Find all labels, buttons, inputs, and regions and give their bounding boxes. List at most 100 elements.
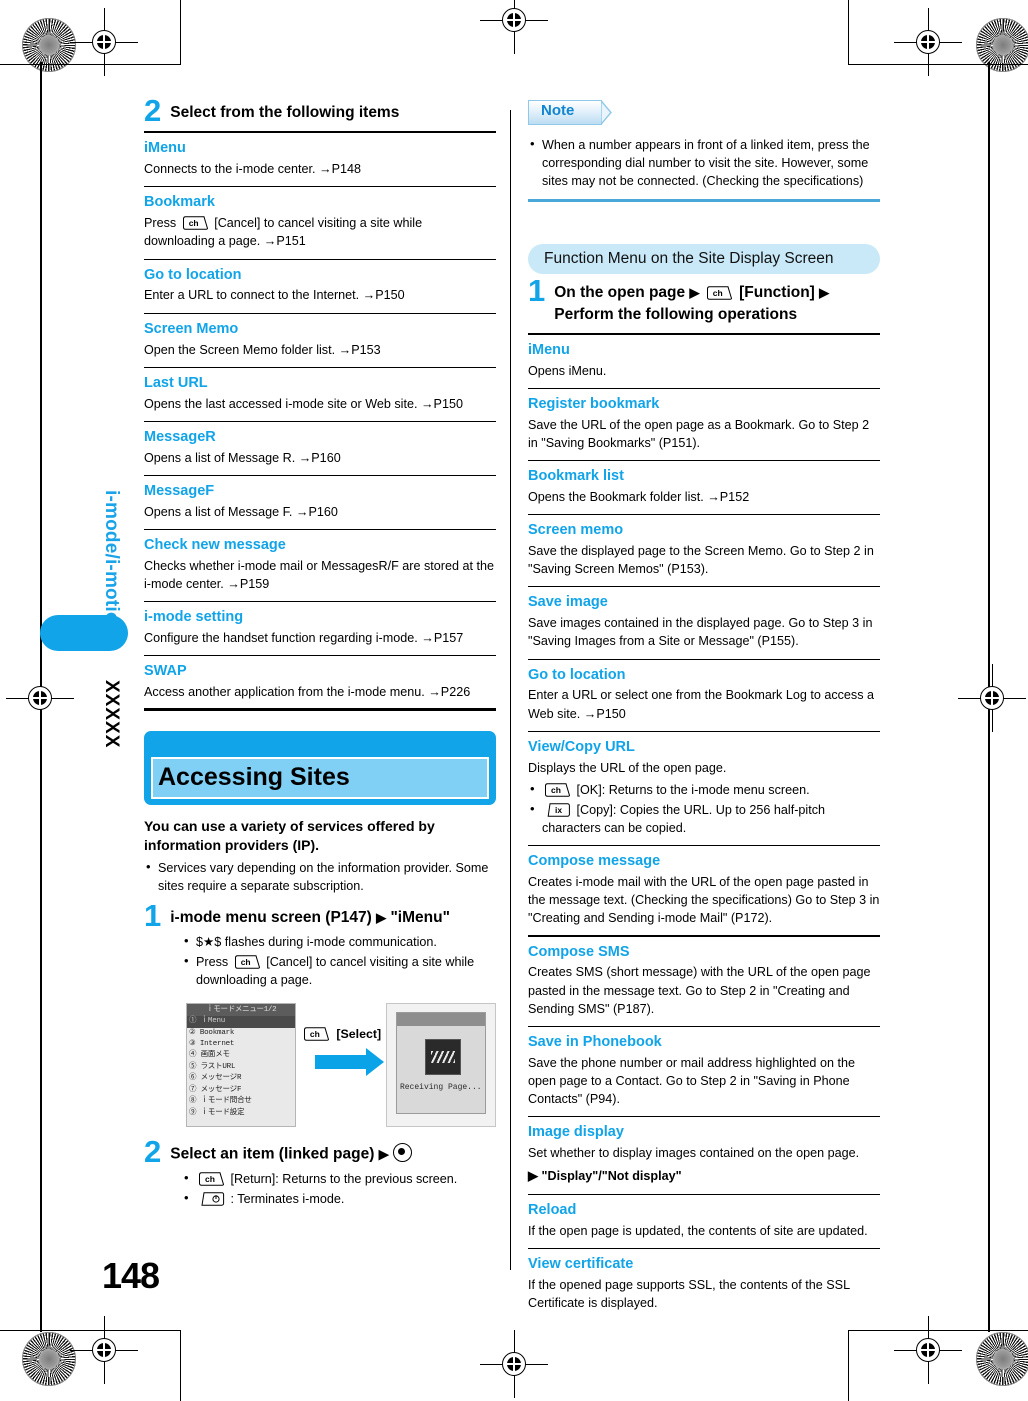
- item-description: Configure the handset function regarding…: [144, 630, 464, 645]
- side-index-title: i-mode/i-motion: [101, 490, 122, 636]
- item-description: Creates i-mode mail with the URL of the …: [528, 875, 880, 926]
- divider-thin: [144, 312, 496, 314]
- arrow-right-icon: [315, 1048, 384, 1077]
- side-index: i-mode/i-motion XXXXX: [96, 120, 130, 1260]
- item-description: If the opened page supports SSL, the con…: [528, 1277, 850, 1311]
- key-glyph-label: ch: [551, 784, 561, 795]
- registration-mark-top-right: [894, 8, 962, 76]
- item-option-row: ▶ "Display"/"Not display": [528, 1167, 880, 1186]
- power-end-key-icon: [198, 1192, 225, 1206]
- page-number: 148: [102, 1255, 160, 1296]
- divider-thin: [528, 730, 880, 732]
- list-item: Services vary depending on the informati…: [144, 858, 496, 895]
- item-option-value: "Display"/"Not display": [541, 1169, 682, 1184]
- divider-thick: [144, 708, 496, 711]
- step-heading-1-imode-menu: 1 i-mode menu screen (P147) ▶ "iMenu": [144, 900, 496, 932]
- arrow-right-icon: ▶: [528, 1168, 538, 1184]
- bullet-post: : Terminates i-mode.: [230, 1191, 345, 1206]
- divider-thin: [144, 186, 496, 188]
- item-title: Save image: [528, 594, 608, 611]
- fn-entry-go-to-location: Go to location Enter a URL or select one…: [528, 666, 880, 723]
- divider-thin: [144, 601, 496, 603]
- step-number: 2: [144, 1134, 162, 1170]
- item-title: View certificate: [528, 1256, 634, 1273]
- key-glyph-label: ch: [309, 1029, 320, 1040]
- phone-menu-row: ⑧ ｉモード問合せ: [189, 1097, 252, 1106]
- fn-entry-bookmark-list: Bookmark list Opens the Bookmark folder …: [528, 467, 880, 506]
- fn-entry-reload: Reload If the open page is updated, the …: [528, 1201, 880, 1240]
- key-glyph-label: ch: [240, 957, 251, 967]
- item-description: Opens iMenu.: [528, 363, 607, 378]
- divider-thick: [528, 332, 880, 335]
- phone-status-bar: [396, 1013, 485, 1027]
- section-banner-accessing-sites: Accessing Sites: [144, 730, 496, 805]
- fn-entry-screen-memo: Screen memo Save the displayed page to t…: [528, 521, 880, 578]
- step-heading-2-select-items: 2 Select from the following items: [144, 95, 496, 127]
- divider-thin: [528, 387, 880, 390]
- step-label: i-mode menu screen (P147) ▶ "iMenu": [170, 905, 450, 929]
- phone-screen-title: ｉモードメニュー1/2: [187, 1004, 296, 1017]
- fn-entry-image-display: Image display Set whether to display ima…: [528, 1123, 880, 1186]
- item-description: Connects to the i-mode center. →P148: [144, 162, 362, 177]
- phone-screen-area: Receiving Page...: [395, 1012, 486, 1115]
- divider-thin: [144, 528, 496, 530]
- step-label: Select from the following items: [170, 104, 400, 121]
- registration-mark-right-middle: [958, 664, 1026, 732]
- key-glyph-label: ix: [555, 804, 563, 815]
- clear-key-icon: ch: [198, 1172, 225, 1186]
- function-menu-banner-title: Function Menu on the Site Display Screen: [544, 249, 834, 267]
- step-label: On the open page ▶ ch [Function] ▶ Perfo…: [554, 280, 829, 326]
- fn-entry-imenu: iMenu Opens iMenu.: [528, 341, 880, 380]
- phone-menu-row: ② Bookmark: [189, 1028, 235, 1037]
- divider-thin: [144, 420, 496, 422]
- bullet-post: [Return]: Returns to the previous screen…: [230, 1171, 458, 1186]
- item-description: If the open page is updated, the content…: [528, 1223, 868, 1238]
- step-label-pre: i-mode menu screen (P147): [170, 908, 372, 926]
- phone-menu-row: ③ Internet: [189, 1040, 235, 1049]
- divider-thin: [528, 1116, 880, 1118]
- item-title: Reload: [528, 1201, 577, 1218]
- divider-thin: [528, 1247, 880, 1250]
- arrow-right-icon: ▶: [689, 284, 700, 300]
- step-heading-2-select-item: 2 Select an item (linked page) ▶: [144, 1134, 496, 1170]
- registration-mark-top-center: [480, 0, 548, 54]
- divider-thick: [144, 131, 496, 134]
- imode-key-icon: ix: [544, 803, 571, 817]
- divider-thin: [528, 1193, 880, 1195]
- lead-bullet-list: Services vary depending on the informati…: [144, 858, 496, 895]
- left-column: 2 Select from the following items iMenu …: [144, 95, 496, 1210]
- registration-mark-top-left: [70, 8, 138, 76]
- divider-thin: [528, 658, 880, 660]
- phone-screenshot-imode-menu: ｉモードメニュー1/2 ① ｉMenu ② Bookmark ③ Interne…: [186, 1003, 297, 1128]
- figure-transition: ch [Select]: [296, 1003, 385, 1077]
- item-title: i-mode setting: [144, 609, 244, 626]
- item-description: Displays the URL of the open page.: [528, 760, 727, 775]
- item-description: Enter a URL to connect to the Internet. …: [144, 288, 405, 303]
- menu-entry-bookmark: Bookmark Press ch [Cancel] to cancel vis…: [144, 193, 496, 250]
- item-title: View/Copy URL: [528, 738, 635, 755]
- step-label: Select an item (linked page) ▶: [170, 1141, 413, 1166]
- list-item: Press ch [Cancel] to cancel visiting a s…: [182, 952, 496, 989]
- item-title: iMenu: [144, 140, 186, 157]
- item-title: SWAP: [144, 663, 187, 680]
- menu-entry-screen-memo: Screen Memo Open the Screen Memo folder …: [144, 320, 496, 359]
- item-title: Go to location: [528, 666, 626, 683]
- step2-bullet-list: ch [Return]: Returns to the previous scr…: [182, 1169, 496, 1208]
- arrow-right-icon: ▶: [376, 909, 387, 925]
- clear-key-icon: ch: [234, 955, 261, 969]
- menu-entry-i-mode-setting: i-mode setting Configure the handset fun…: [144, 608, 496, 647]
- clear-key-icon: ch: [303, 1027, 330, 1041]
- fn-entry-view-certificate: View certificate If the opened page supp…: [528, 1255, 880, 1312]
- fn-entry-view-copy-url: View/Copy URL Displays the URL of the op…: [528, 738, 880, 837]
- right-column: Note When a number appears in front of a…: [528, 98, 880, 1312]
- fn-entry-compose-message: Compose message Creates i-mode mail with…: [528, 852, 880, 927]
- function-menu-banner: Function Menu on the Site Display Screen: [528, 243, 880, 274]
- key-glyph-label: ch: [712, 287, 723, 298]
- item-title: Screen Memo: [144, 320, 239, 337]
- item-description: Open the Screen Memo folder list. →P153: [144, 342, 381, 357]
- item-title: Bookmark list: [528, 468, 624, 485]
- item-description: Save the displayed page to the Screen Me…: [528, 544, 874, 577]
- phone-menu-row: ⑦ メッセージF: [189, 1085, 242, 1094]
- bullet-post: [Copy]: Copies the URL. Up to 256 half-p…: [542, 802, 826, 836]
- list-item: $★$ flashes during i-mode communication.: [182, 932, 496, 951]
